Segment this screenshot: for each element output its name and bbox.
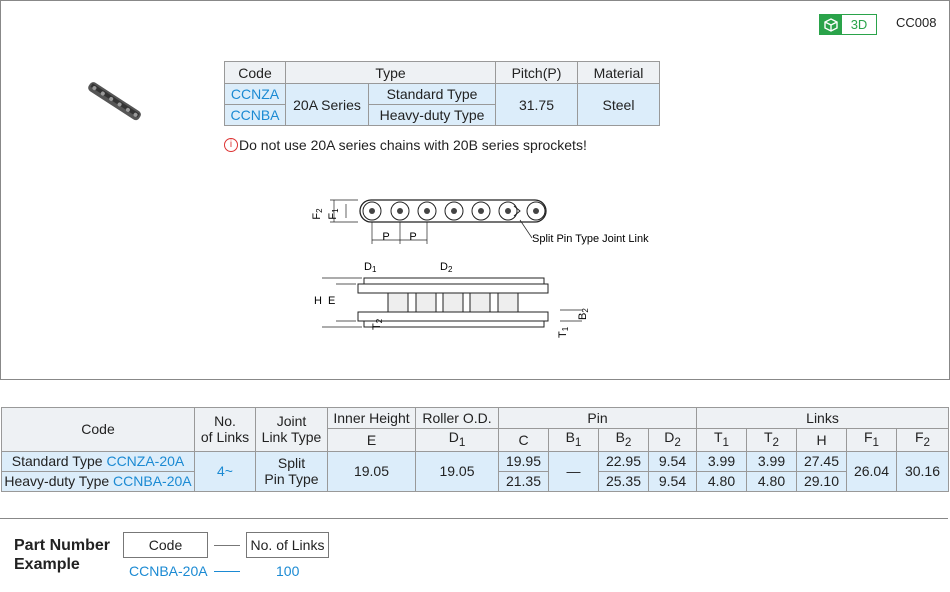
code-box: Code — [123, 532, 208, 558]
cube-icon — [820, 15, 842, 34]
value-f2: 30.16 — [896, 450, 949, 492]
dim-p2: P — [409, 231, 416, 243]
sub-f1: F1 — [846, 428, 897, 452]
spec-table: Code Type Pitch(P) Material CCNZA 20A Se… — [224, 61, 660, 126]
value-b2: 22.95 — [598, 450, 649, 472]
value-h: 29.10 — [796, 470, 847, 492]
example-separator-line — [214, 571, 240, 572]
sub-d2: D2 — [648, 428, 697, 452]
value-h: 27.45 — [796, 450, 847, 472]
example-links: 100 — [276, 563, 300, 579]
row-code: Heavy-duty Type CCNBA-20A — [1, 470, 195, 492]
spec-series: 20A Series — [285, 83, 369, 126]
spec-type-standard: Standard Type — [368, 83, 496, 105]
part-code-link[interactable]: CCNBA-20A — [113, 473, 192, 489]
sub-c: C — [498, 428, 549, 452]
sub-f2: F2 — [896, 428, 949, 452]
header-code: Code — [1, 407, 195, 452]
spec-material: Steel — [577, 83, 660, 126]
header-pin: Pin — [498, 407, 697, 429]
warning-note: i Do not use 20A series chains with 20B … — [224, 137, 587, 153]
value-f1: 26.04 — [846, 450, 897, 492]
header-roller-od: Roller O.D. — [415, 407, 499, 429]
spec-pitch: 31.75 — [495, 83, 578, 126]
value-t1: 4.80 — [696, 470, 747, 492]
value-d2: 9.54 — [648, 470, 697, 492]
value-t2: 4.80 — [746, 470, 797, 492]
dim-p1: P — [382, 231, 389, 243]
part-code-link[interactable]: CCNZA-20A — [106, 453, 184, 469]
spec-header-pitch: Pitch(P) — [495, 61, 578, 84]
no-of-links: 4~ — [194, 450, 256, 492]
spec-header-code: Code — [224, 61, 286, 84]
value-e: 19.05 — [327, 450, 416, 492]
spec-header-type: Type — [285, 61, 496, 84]
row-code: Standard Type CCNZA-20A — [1, 450, 195, 472]
dim-f2: F2 — [311, 208, 324, 220]
catalog-code: CC008 — [896, 15, 937, 30]
dim-h: H — [314, 295, 322, 307]
part-number-title: Part Number Example — [14, 537, 111, 573]
chain-side-view — [322, 277, 582, 328]
split-pin-label: Split Pin Type Joint Link — [532, 233, 649, 245]
dim-e: E — [328, 295, 335, 307]
sub-t1: T1 — [696, 428, 747, 452]
chain-drawing: F2 F1 P P Split Pin Type Joint Link D1 D… — [277, 180, 680, 345]
warning-text: Do not use 20A series chains with 20B se… — [239, 137, 587, 153]
product-image — [82, 80, 146, 129]
header-links: Links — [696, 407, 949, 429]
dimensions-table: Code No. of Links Joint Link Type Inner He… — [1, 407, 949, 492]
header-inner-height: Inner Height — [327, 407, 416, 429]
value-d2: 9.54 — [648, 450, 697, 472]
spec-code-heavy[interactable]: CCNBA — [224, 104, 286, 126]
value-b1: — — [548, 450, 599, 492]
dim-t2: T2 — [371, 318, 384, 330]
sub-b1: B1 — [548, 428, 599, 452]
separator-line — [214, 545, 240, 546]
sub-t2: T2 — [746, 428, 797, 452]
dim-d1: D1 — [364, 261, 377, 274]
sub-h: H — [796, 428, 847, 452]
value-c: 21.35 — [498, 470, 549, 492]
sub-e: E — [327, 428, 416, 452]
sub-d1: D1 — [415, 428, 499, 452]
info-icon: i — [224, 138, 238, 152]
header-joint-link-type: Joint Link Type — [255, 407, 328, 452]
sub-b2: B2 — [598, 428, 649, 452]
3d-view-button[interactable]: 3D — [819, 14, 877, 35]
3d-label: 3D — [850, 17, 868, 32]
dim-f1: F1 — [327, 208, 340, 220]
header-no-of-links: No. of Links — [194, 407, 256, 452]
joint-type: Split Pin Type — [255, 450, 328, 492]
dim-b2: B2 — [577, 308, 590, 320]
table-row: Standard Type CCNZA-20A 4~ Split Pin Type… — [1, 450, 949, 492]
value-t2: 3.99 — [746, 450, 797, 472]
spec-type-heavy: Heavy-duty Type — [368, 104, 496, 126]
value-d1: 19.05 — [415, 450, 499, 492]
example-code: CCNBA-20A — [129, 563, 208, 579]
dim-t1: T1 — [557, 326, 570, 338]
value-b2: 25.35 — [598, 470, 649, 492]
no-of-links-box: No. of Links — [246, 532, 329, 558]
spec-header-material: Material — [577, 61, 660, 84]
dim-d2: D2 — [440, 261, 453, 274]
chain-top-view — [330, 199, 547, 244]
spec-code-standard[interactable]: CCNZA — [224, 83, 286, 105]
value-c: 19.95 — [498, 450, 549, 472]
value-t1: 3.99 — [696, 450, 747, 472]
